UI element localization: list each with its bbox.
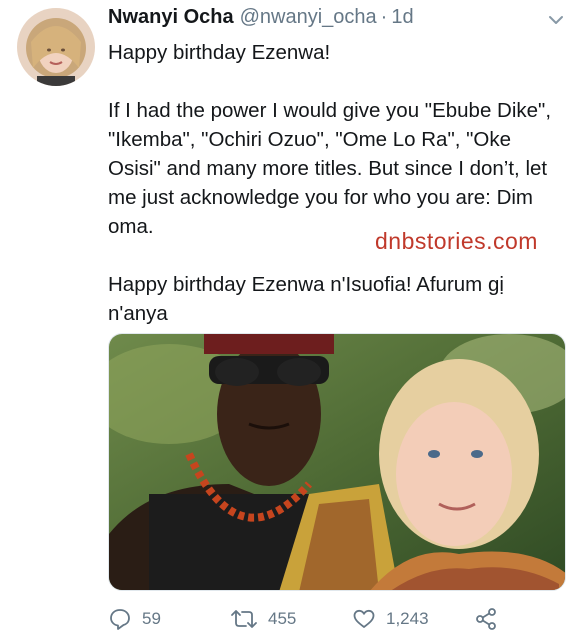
avatar[interactable] (17, 8, 95, 86)
retweet-button[interactable]: 455 (230, 604, 296, 634)
chevron-down-icon[interactable] (548, 12, 564, 28)
tweet-photo[interactable] (108, 333, 566, 591)
tweet-actions: 59 455 1,243 (108, 604, 568, 634)
author-handle[interactable]: @nwanyi_ocha (240, 6, 377, 29)
tweet-text-paragraph3: Happy birthday Ezenwa n'Isuofia! Afurum … (108, 273, 504, 325)
reply-count: 59 (142, 609, 161, 628)
like-count: 1,243 (386, 609, 429, 628)
separator-dot: · (380, 6, 388, 28)
watermark: dnbstories.com (375, 228, 538, 254)
share-icon (474, 607, 498, 631)
share-button[interactable] (474, 604, 498, 634)
reply-button[interactable]: 59 (108, 604, 161, 634)
tweet-header: Nwanyi Ocha @nwanyi_ocha · 1d (108, 6, 414, 32)
tweet-time[interactable]: 1d (391, 6, 413, 29)
tweet-text-paragraph2: If I had the power I would give you "Ebu… (108, 99, 552, 238)
retweet-count: 455 (268, 609, 297, 628)
reply-icon (108, 607, 132, 631)
tweet-text-line1: Happy birthday Ezenwa! (108, 41, 331, 64)
like-button[interactable]: 1,243 (352, 604, 429, 634)
heart-icon (352, 607, 376, 631)
retweet-icon (230, 607, 258, 631)
tweet: Nwanyi Ocha @nwanyi_ocha · 1d Happy birt… (0, 0, 584, 640)
author-name[interactable]: Nwanyi Ocha (108, 6, 234, 29)
